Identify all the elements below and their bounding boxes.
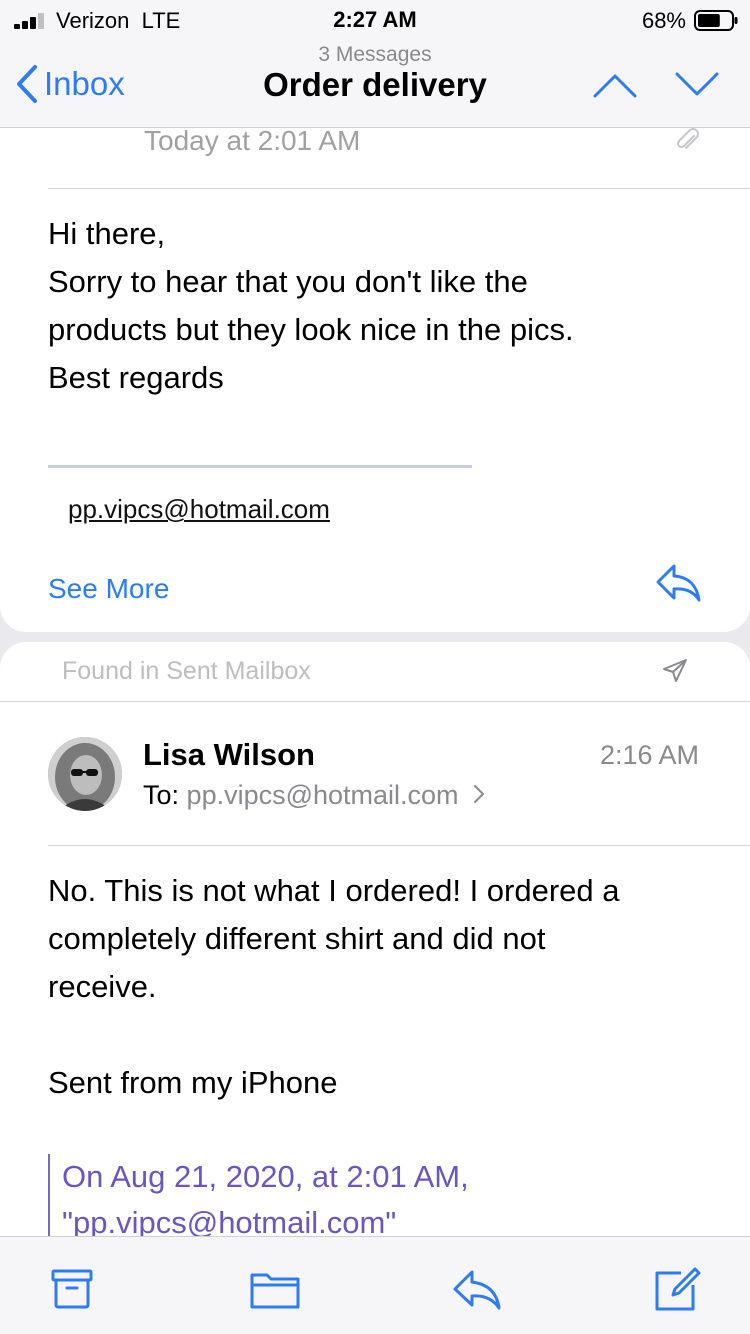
mailbox-label: Found in Sent Mailbox <box>62 657 311 685</box>
chevron-down-icon <box>675 72 719 96</box>
message-time: 2:16 AM <box>599 740 699 770</box>
signature-divider <box>48 465 472 468</box>
paperclip-icon <box>676 128 699 149</box>
battery-percent: 68% <box>641 8 686 33</box>
battery-icon <box>694 10 738 31</box>
next-message-button[interactable] <box>672 66 722 102</box>
status-time: 2:27 AM <box>333 7 417 32</box>
chevron-up-icon <box>593 74 637 98</box>
message-card-1: Today at 2:01 AM Hi there, Sorry to hear… <box>0 125 750 632</box>
folder-icon <box>250 1273 300 1309</box>
reply-icon[interactable] <box>654 562 702 604</box>
archive-icon <box>51 1269 93 1309</box>
signature-email-link[interactable]: pp.vipcs@hotmail.com <box>68 494 330 525</box>
message-signature: Sent from my iPhone <box>48 1065 338 1100</box>
quoted-text: On Aug 21, 2020, at 2:01 AM, "pp.vipcs@h… <box>48 1154 648 1242</box>
paper-plane-icon <box>663 659 687 682</box>
message-body-2: No. This is not what I ordered! I ordere… <box>48 873 620 1004</box>
reply-icon <box>453 1270 501 1310</box>
nav-bar: Inbox 3 Messages Order delivery <box>0 40 750 128</box>
move-to-folder-button[interactable] <box>249 1267 301 1311</box>
chevron-right-icon <box>474 785 485 803</box>
message-card-2: Found in Sent Mailbox Lisa Wilson 2:16 A… <box>0 642 750 1242</box>
header-divider <box>48 188 750 189</box>
sender-name: Lisa Wilson <box>143 737 315 772</box>
avatar[interactable] <box>48 737 122 811</box>
compose-button[interactable] <box>651 1267 703 1311</box>
message-count: 3 Messages <box>318 43 432 66</box>
recipient-row[interactable]: To: pp.vipcs@hotmail.com <box>143 780 486 811</box>
status-bar: Verizon LTE 2:27 AM 68% <box>0 0 750 40</box>
compose-icon <box>655 1267 701 1311</box>
header-divider-2 <box>48 845 750 846</box>
previous-message-button[interactable] <box>590 66 640 102</box>
bottom-toolbar <box>0 1236 750 1334</box>
message-date: Today at 2:01 AM <box>144 125 361 156</box>
message-body: Hi there, Sorry to hear that you don't l… <box>48 216 574 395</box>
sender-photo <box>48 737 122 811</box>
to-label: To: <box>143 780 180 810</box>
archive-button[interactable] <box>48 1267 100 1311</box>
recipient-address[interactable]: pp.vipcs@hotmail.com <box>187 780 459 810</box>
reply-button[interactable] <box>452 1267 504 1311</box>
see-more-button[interactable]: See More <box>48 573 169 605</box>
quote-header: On Aug 21, 2020, at 2:01 AM, "pp.vipcs@h… <box>62 1159 469 1240</box>
mailbox-divider <box>0 701 750 702</box>
